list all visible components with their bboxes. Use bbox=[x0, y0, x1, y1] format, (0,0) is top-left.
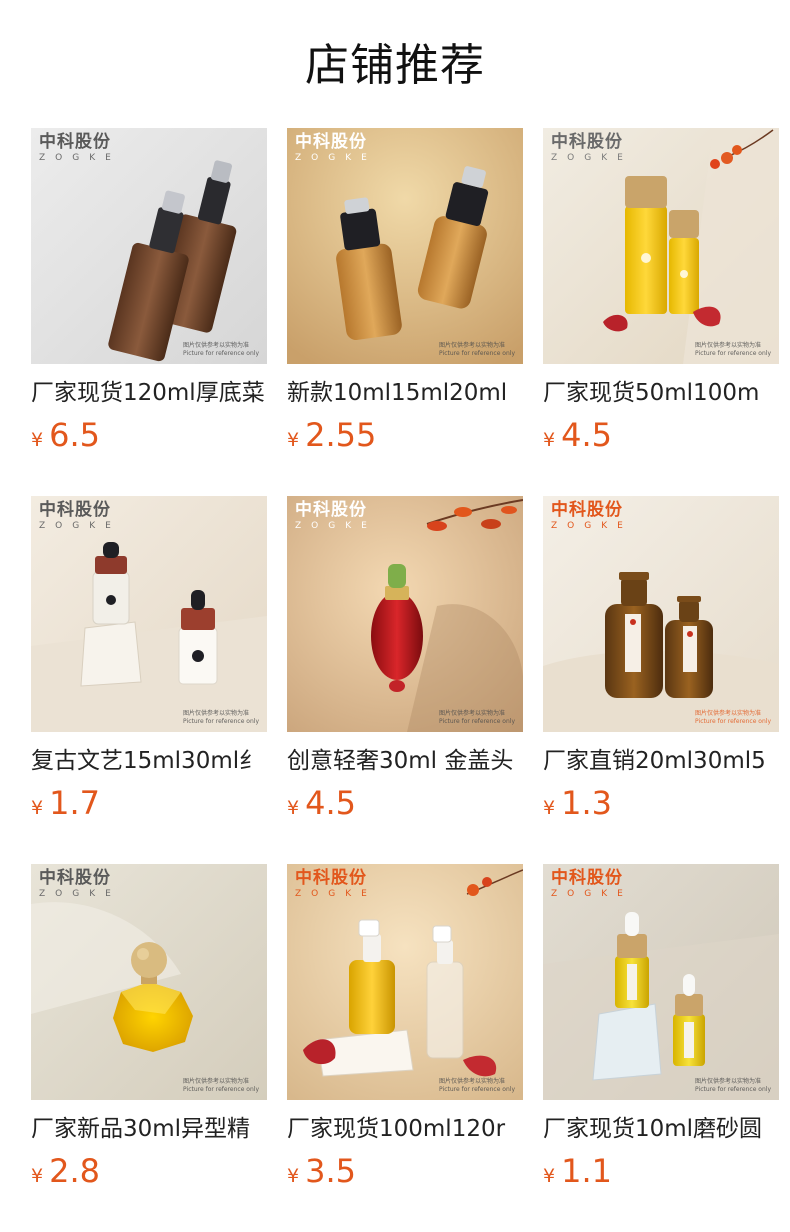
product-card[interactable]: 中科股份 ZOGKE 图片仅供参考以实物为准 Picture for refer… bbox=[31, 128, 267, 496]
gold-pump-bottles-illustration bbox=[287, 128, 523, 364]
image-disclaimer: 图片仅供参考以实物为准 Picture for reference only bbox=[183, 710, 259, 725]
brand-logo: 中科股份 ZOGKE bbox=[295, 132, 377, 163]
brand-logo: 中科股份 ZOGKE bbox=[551, 500, 633, 531]
image-disclaimer: 图片仅供参考以实物为准 Picture for reference only bbox=[183, 342, 259, 357]
red-dropper-bottle-illustration bbox=[287, 496, 523, 732]
product-name[interactable]: 厂家现货100ml120r bbox=[287, 1111, 523, 1147]
product-price: ¥1.3 bbox=[543, 784, 612, 822]
product-image[interactable]: 中科股份 ZOGKE 图片仅供参考以实物为准 Picture for refer… bbox=[31, 864, 267, 1100]
brand-logo: 中科股份 ZOGKE bbox=[295, 500, 377, 531]
image-disclaimer: 图片仅供参考以实物为准 Picture for reference only bbox=[183, 1078, 259, 1093]
product-image[interactable]: 中科股份 ZOGKE 图片仅供参考以实物为准 Picture for refer… bbox=[543, 496, 779, 732]
amber-bottles-illustration bbox=[543, 496, 779, 732]
image-disclaimer: 图片仅供参考以实物为准 Picture for reference only bbox=[695, 342, 771, 357]
frosted-dropper-bottles-illustration bbox=[543, 864, 779, 1100]
brand-logo: 中科股份 ZOGKE bbox=[551, 132, 633, 163]
product-image[interactable]: 中科股份 ZOGKE 图片仅供参考以实物为准 Picture for refer… bbox=[287, 864, 523, 1100]
product-name[interactable]: 厂家现货120ml厚底菜 bbox=[31, 375, 267, 411]
product-name[interactable]: 厂家直销20ml30ml5 bbox=[543, 743, 779, 779]
product-name[interactable]: 厂家现货50ml100m bbox=[543, 375, 779, 411]
currency-symbol: ¥ bbox=[31, 797, 44, 819]
product-price: ¥1.1 bbox=[543, 1152, 612, 1190]
spray-bottles-illustration bbox=[287, 864, 523, 1100]
product-image[interactable]: 中科股份 ZOGKE 图片仅供参考以实物为准 Picture for refer… bbox=[287, 128, 523, 364]
page-title: 店铺推荐 bbox=[305, 40, 485, 91]
product-image[interactable]: 中科股份 ZOGKE 图片仅供参考以实物为准 Picture for refer… bbox=[287, 496, 523, 732]
product-card[interactable]: 中科股份 ZOGKE 图片仅供参考以实物为准 Picture for refer… bbox=[31, 496, 267, 864]
brand-logo: 中科股份 ZOGKE bbox=[551, 868, 633, 899]
product-image[interactable]: 中科股份 ZOGKE 图片仅供参考以实物为准 Picture for refer… bbox=[31, 128, 267, 364]
image-disclaimer: 图片仅供参考以实物为准 Picture for reference only bbox=[439, 1078, 515, 1093]
product-card[interactable]: 中科股份 ZOGKE 图片仅供参考以实物为准 Picture for refer… bbox=[543, 496, 779, 864]
image-disclaimer: 图片仅供参考以实物为准 Picture for reference only bbox=[439, 342, 515, 357]
product-price: ¥6.5 bbox=[31, 416, 100, 454]
product-card[interactable]: 中科股份 ZOGKE 图片仅供参考以实物为准 Picture for refer… bbox=[543, 864, 779, 1232]
product-price: ¥3.5 bbox=[287, 1152, 356, 1190]
yellow-bottles-illustration bbox=[543, 128, 779, 364]
currency-symbol: ¥ bbox=[287, 429, 300, 451]
product-name[interactable]: 新款10ml15ml20ml bbox=[287, 375, 523, 411]
brand-logo: 中科股份 ZOGKE bbox=[39, 500, 121, 531]
brand-logo: 中科股份 ZOGKE bbox=[39, 868, 121, 899]
currency-symbol: ¥ bbox=[543, 429, 556, 451]
product-name[interactable]: 厂家新品30ml异型精 bbox=[31, 1111, 267, 1147]
white-dropper-bottles-illustration bbox=[31, 496, 267, 732]
product-image[interactable]: 中科股份 ZOGKE 图片仅供参考以实物为准 Picture for refer… bbox=[543, 128, 779, 364]
product-card[interactable]: 中科股份 ZOGKE 图片仅供参考以实物为准 Picture for refer… bbox=[543, 128, 779, 496]
brand-logo: 中科股份 ZOGKE bbox=[39, 132, 121, 163]
product-price: ¥4.5 bbox=[543, 416, 612, 454]
currency-symbol: ¥ bbox=[287, 797, 300, 819]
product-price: ¥2.8 bbox=[31, 1152, 100, 1190]
image-disclaimer: 图片仅供参考以实物为准 Picture for reference only bbox=[695, 710, 771, 725]
product-price: ¥1.7 bbox=[31, 784, 100, 822]
product-price: ¥2.55 bbox=[287, 416, 377, 454]
currency-symbol: ¥ bbox=[31, 429, 44, 451]
product-card[interactable]: 中科股份 ZOGKE 图片仅供参考以实物为准 Picture for refer… bbox=[287, 128, 523, 496]
product-price: ¥4.5 bbox=[287, 784, 356, 822]
currency-symbol: ¥ bbox=[543, 1165, 556, 1187]
image-disclaimer: 图片仅供参考以实物为准 Picture for reference only bbox=[695, 1078, 771, 1093]
faceted-yellow-bottle-illustration bbox=[31, 864, 267, 1100]
product-grid: 中科股份 ZOGKE 图片仅供参考以实物为准 Picture for refer… bbox=[31, 128, 779, 1232]
product-card[interactable]: 中科股份 ZOGKE 图片仅供参考以实物为准 Picture for refer… bbox=[287, 496, 523, 864]
image-disclaimer: 图片仅供参考以实物为准 Picture for reference only bbox=[439, 710, 515, 725]
product-card[interactable]: 中科股份 ZOGKE 图片仅供参考以实物为准 Picture for refer… bbox=[31, 864, 267, 1232]
product-name[interactable]: 复古文艺15ml30ml纟 bbox=[31, 743, 267, 779]
currency-symbol: ¥ bbox=[31, 1165, 44, 1187]
brand-logo: 中科股份 ZOGKE bbox=[295, 868, 377, 899]
brown-bottles-illustration bbox=[31, 128, 267, 364]
product-card[interactable]: 中科股份 ZOGKE 图片仅供参考以实物为准 Picture for refer… bbox=[287, 864, 523, 1232]
product-name[interactable]: 厂家现货10ml磨砂圆 bbox=[543, 1111, 779, 1147]
product-image[interactable]: 中科股份 ZOGKE 图片仅供参考以实物为准 Picture for refer… bbox=[543, 864, 779, 1100]
product-name[interactable]: 创意轻奢30ml 金盖头 bbox=[287, 743, 523, 779]
currency-symbol: ¥ bbox=[543, 797, 556, 819]
currency-symbol: ¥ bbox=[287, 1165, 300, 1187]
product-image[interactable]: 中科股份 ZOGKE 图片仅供参考以实物为准 Picture for refer… bbox=[31, 496, 267, 732]
